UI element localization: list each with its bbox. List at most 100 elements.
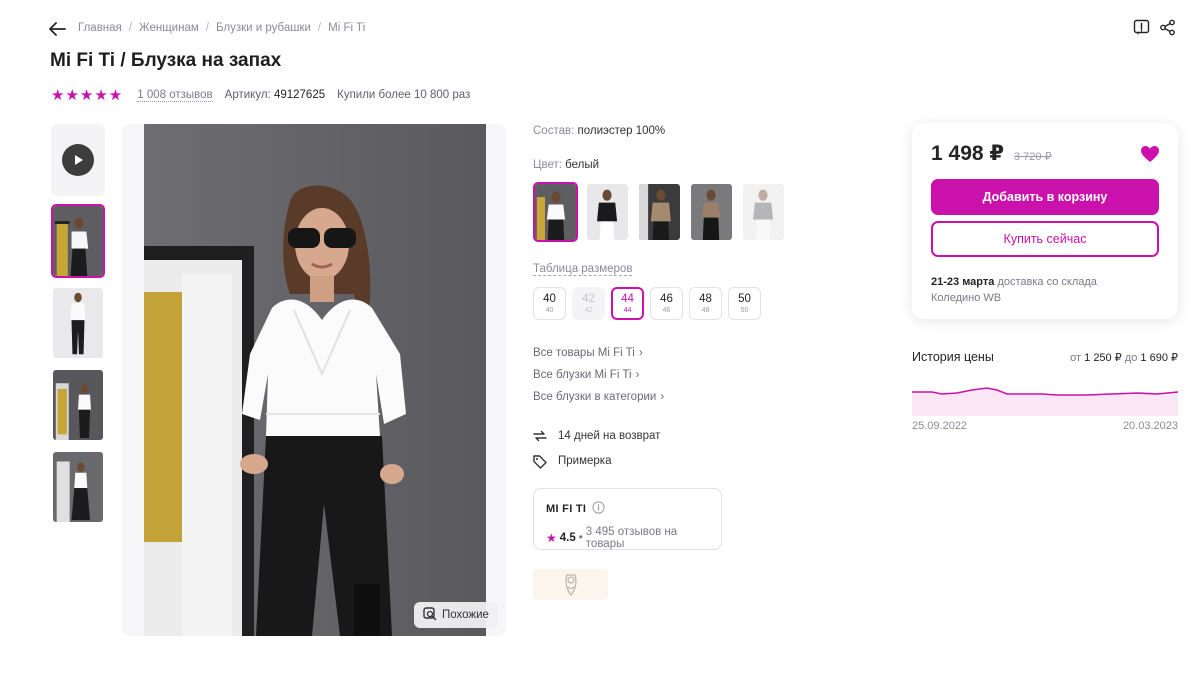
price-history-chart[interactable] bbox=[912, 380, 1179, 416]
range-from: 1 250 ₽ bbox=[1084, 352, 1122, 364]
related-links: Все товары Mi Fi Ti › Все блузки Mi Fi Ti… bbox=[533, 347, 664, 403]
size-option[interactable]: 40 40 bbox=[533, 287, 566, 320]
seller-rating-row: ★ 4.5 • 3 495 отзывов на товары bbox=[546, 526, 709, 550]
fitting-label: Примерка bbox=[558, 455, 612, 467]
chevron-right-icon: › bbox=[638, 347, 643, 359]
color-swatch-white[interactable] bbox=[533, 182, 578, 242]
composition-value: полиэстер 100% bbox=[577, 125, 666, 137]
color-swatch-black[interactable] bbox=[585, 182, 630, 242]
color-label: Цвет: белый bbox=[533, 159, 599, 171]
size-ru: 50 bbox=[740, 306, 749, 314]
gallery-thumbnail[interactable] bbox=[51, 204, 105, 278]
buy-now-button[interactable]: Купить сейчас bbox=[931, 221, 1159, 257]
main-product-image[interactable] bbox=[144, 124, 486, 636]
current-price: 1 498 ₽ bbox=[931, 142, 1004, 165]
range-from-label: от bbox=[1070, 352, 1082, 364]
size-option[interactable]: 48 48 bbox=[689, 287, 722, 320]
rating-stars: ★★★★★ bbox=[51, 87, 124, 104]
size-ru: 40 bbox=[545, 306, 554, 314]
range-to: 1 690 ₽ bbox=[1140, 352, 1178, 364]
chevron-right-icon: › bbox=[635, 369, 640, 381]
color-swatch-grey[interactable] bbox=[741, 182, 786, 242]
size-option-selected[interactable]: 44 44 bbox=[611, 287, 644, 320]
star-icon: ★ bbox=[546, 531, 557, 545]
breadcrumb-women[interactable]: Женщинам bbox=[139, 22, 199, 34]
product-meta: ★★★★★ 1 008 отзывов Артикул: 49127625 Ку… bbox=[51, 86, 470, 104]
product-title: Mi Fi Ti / Блузка на запах bbox=[50, 50, 282, 71]
composition-label: Состав: bbox=[533, 125, 575, 137]
return-policy: 14 дней на возврат bbox=[532, 428, 660, 444]
add-to-cart-button[interactable]: Добавить в корзину bbox=[931, 179, 1159, 215]
heart-icon[interactable] bbox=[1140, 145, 1160, 163]
size-label: 50 bbox=[738, 292, 751, 305]
breadcrumb-home[interactable]: Главная bbox=[78, 22, 122, 34]
size-label: 44 bbox=[621, 292, 634, 305]
size-label: 48 bbox=[699, 292, 712, 305]
color-swatch-beige[interactable] bbox=[637, 182, 682, 242]
old-price: 3 720 ₽ bbox=[1014, 151, 1052, 163]
link-all-category-blouses[interactable]: Все блузки в категории › bbox=[533, 391, 664, 403]
seller-reviews: 3 495 отзывов на товары bbox=[585, 526, 678, 550]
size-ru: 42 bbox=[584, 306, 593, 314]
delivery-date: 21-23 марта bbox=[931, 276, 995, 288]
price-history-range: от 1 250 ₽ до 1 690 ₽ bbox=[1070, 351, 1178, 364]
delivery-info: 21-23 марта доставка со склада Коледино … bbox=[931, 274, 1151, 306]
gallery-thumbnail[interactable] bbox=[51, 450, 105, 524]
tag-icon bbox=[532, 453, 548, 469]
link-label: Все блузки Mi Fi Ti bbox=[533, 369, 632, 381]
size-ru: 46 bbox=[662, 306, 671, 314]
seller-rating: 4.5 bbox=[559, 532, 576, 544]
price-history-start-date: 25.09.2022 bbox=[912, 420, 968, 432]
dot-separator: • bbox=[578, 532, 583, 544]
video-thumbnail[interactable] bbox=[51, 124, 105, 196]
seller-card[interactable]: MI FI TI ★ 4.5 • 3 495 отзывов на товары bbox=[533, 488, 722, 550]
price-history-end-date: 20.03.2023 bbox=[1122, 420, 1178, 432]
size-option[interactable]: 46 46 bbox=[650, 287, 683, 320]
size-ru: 44 bbox=[623, 306, 632, 314]
color-label-text: Цвет: bbox=[533, 159, 562, 171]
size-table-link[interactable]: Таблица размеров bbox=[533, 263, 633, 276]
report-icon[interactable] bbox=[1132, 18, 1150, 36]
price-history-title: История цены bbox=[912, 350, 994, 364]
article-value: 49127625 bbox=[273, 89, 326, 101]
article: Артикул: 49127625 bbox=[225, 89, 325, 101]
color-options bbox=[533, 182, 786, 242]
color-swatch-brown[interactable] bbox=[689, 182, 734, 242]
size-label: 46 bbox=[660, 292, 673, 305]
composition: Состав: полиэстер 100% bbox=[533, 125, 665, 137]
info-icon[interactable] bbox=[592, 501, 605, 517]
link-label: Все товары Mi Fi Ti bbox=[533, 347, 635, 359]
return-label: 14 дней на возврат bbox=[558, 430, 661, 442]
seller-name-row: MI FI TI bbox=[546, 501, 709, 517]
range-to-label: до bbox=[1124, 352, 1138, 364]
price-block: 1 498 ₽ 3 720 ₽ bbox=[931, 141, 1052, 166]
brand-logo[interactable] bbox=[533, 569, 608, 600]
top-actions bbox=[1132, 18, 1176, 36]
gallery-thumbnail[interactable] bbox=[51, 368, 105, 442]
breadcrumb-brand[interactable]: Mi Fi Ti bbox=[328, 22, 365, 34]
share-icon[interactable] bbox=[1158, 18, 1176, 36]
fitting-option: Примерка bbox=[532, 453, 611, 469]
delivery-text: доставка со склада bbox=[997, 276, 1097, 288]
link-all-brand-items[interactable]: Все товары Mi Fi Ti › bbox=[533, 347, 664, 359]
size-label: 40 bbox=[543, 292, 556, 305]
size-option[interactable]: 50 50 bbox=[728, 287, 761, 320]
bought-count: Купили более 10 800 раз bbox=[337, 89, 471, 101]
link-all-brand-blouses[interactable]: Все блузки Mi Fi Ti › bbox=[533, 369, 664, 381]
size-option-disabled[interactable]: 42 42 bbox=[572, 287, 605, 320]
reviews-link[interactable]: 1 008 отзывов bbox=[137, 89, 213, 102]
article-label: Артикул: bbox=[224, 89, 271, 101]
similar-button[interactable]: Похожие bbox=[414, 602, 498, 628]
back-arrow-icon[interactable] bbox=[46, 18, 68, 40]
breadcrumb: Главная / Женщинам / Блузки и рубашки / … bbox=[78, 22, 366, 34]
similar-label: Похожие bbox=[442, 609, 489, 621]
seller-name: MI FI TI bbox=[546, 503, 587, 515]
breadcrumb-blouses[interactable]: Блузки и рубашки bbox=[216, 22, 311, 34]
return-arrows-icon bbox=[532, 428, 548, 444]
gallery-thumbnail[interactable] bbox=[51, 286, 105, 360]
size-ru: 48 bbox=[701, 306, 710, 314]
link-label: Все блузки в категории bbox=[533, 391, 657, 403]
chevron-right-icon: › bbox=[660, 391, 665, 403]
warehouse: Коледино WB bbox=[931, 292, 1002, 304]
play-icon bbox=[62, 144, 94, 176]
